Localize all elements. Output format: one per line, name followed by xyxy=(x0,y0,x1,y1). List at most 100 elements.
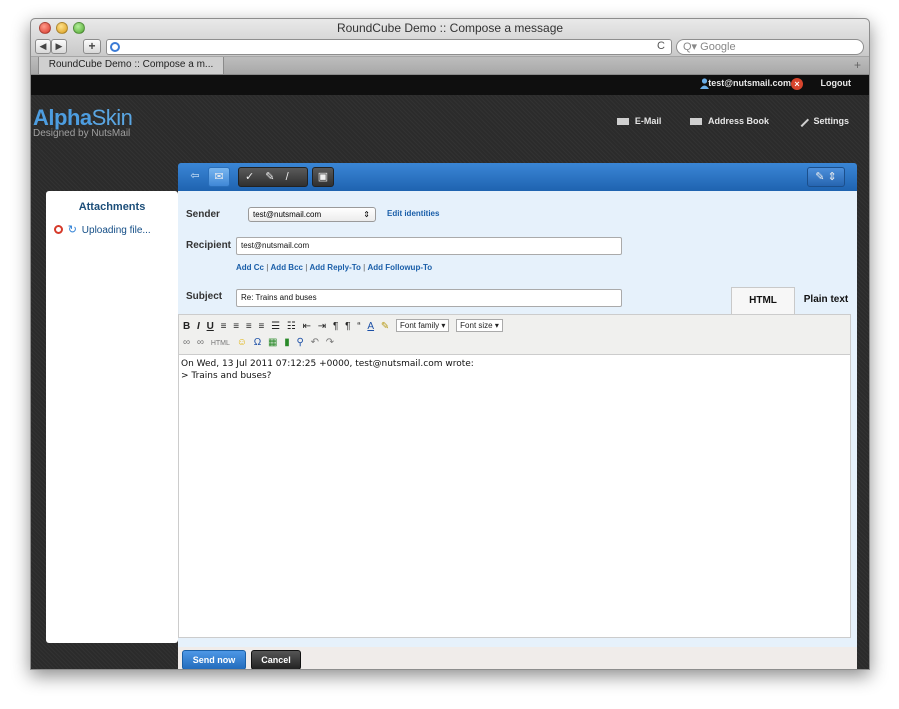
find-replace-icon[interactable]: ⚲ xyxy=(296,337,303,348)
add-cc-link[interactable]: Add Cc xyxy=(236,263,264,272)
reload-icon[interactable]: C xyxy=(657,40,665,52)
italic-icon[interactable]: I xyxy=(197,321,200,332)
html-source-icon[interactable]: HTML xyxy=(211,340,230,347)
spellcheck-icon[interactable]: ✓ xyxy=(245,171,254,183)
user-email[interactable]: test@nutsmail.com xyxy=(708,78,791,88)
logout-icon[interactable]: × xyxy=(791,78,803,90)
blockquote-icon[interactable]: “ xyxy=(357,321,360,332)
logout-link[interactable]: Logout xyxy=(821,78,852,88)
logo-bold: Alpha xyxy=(33,105,92,130)
message-body-editor[interactable]: On Wed, 13 Jul 2011 07:12:25 +0000, test… xyxy=(178,355,851,638)
recipient-input[interactable]: test@nutsmail.com xyxy=(236,237,622,255)
editor-toolbar-row-1: B I U ≡ ≡ ≡ ≡ ☰ ☷ ⇤ ⇥ ¶ ¶ “ A ✎ Font fam xyxy=(183,319,507,335)
select-arrows-icon: ⇕ xyxy=(363,210,370,219)
tab-html[interactable]: HTML xyxy=(731,287,795,314)
nav-email[interactable]: E-Mail xyxy=(616,116,661,126)
special-char-icon[interactable]: Ω xyxy=(254,337,261,348)
forward-button[interactable]: ▶ xyxy=(51,39,67,54)
browser-window: RoundCube Demo :: Compose a message ◀ ▶ … xyxy=(30,18,870,670)
new-tab-icon[interactable]: + xyxy=(854,58,861,72)
compose-form: Sender test@nutsmail.com ⇕ Edit identiti… xyxy=(178,191,857,647)
image-icon[interactable]: ▦ xyxy=(268,337,277,348)
cancel-button[interactable]: Cancel xyxy=(251,650,301,669)
back-to-list-icon[interactable]: ⇦ xyxy=(184,167,206,187)
window-title: RoundCube Demo :: Compose a message xyxy=(336,21,564,35)
loading-spinner-icon: ↻ xyxy=(67,224,77,236)
font-size-select[interactable]: Font size ▾ xyxy=(456,319,503,332)
font-family-value: Font family xyxy=(400,321,440,330)
attachments-panel: Attachments ↻ Uploading file... xyxy=(46,191,178,643)
browser-tab[interactable]: RoundCube Demo :: Compose a m... xyxy=(38,57,224,75)
wrench-icon xyxy=(795,112,810,128)
search-placeholder: Google xyxy=(700,41,736,53)
app-area: AlphaSkin Designed by NutsMail E-Mail Ad… xyxy=(31,95,869,669)
font-size-value: Font size xyxy=(460,321,493,330)
upload-status: ↻ Uploading file... xyxy=(54,223,178,236)
editor-toolbar: B I U ≡ ≡ ≡ ≡ ☰ ☷ ⇤ ⇥ ¶ ¶ “ A ✎ Font fam xyxy=(178,314,851,355)
nav-address-book[interactable]: Address Book xyxy=(689,116,769,126)
underline-icon[interactable]: U xyxy=(207,321,214,332)
body-line-2: > Trains and buses? xyxy=(181,371,272,381)
editor-toolbar-row-2: ∞ ∞ HTML ☺ Ω ▦ ▮ ⚲ ↶ ↷ xyxy=(183,337,338,353)
form-buttons: Send now Cancel xyxy=(178,647,857,669)
send-button[interactable]: Send now xyxy=(182,650,246,669)
edit-identities-link[interactable]: Edit identities xyxy=(387,209,439,218)
user-bar: test@nutsmail.com × Logout xyxy=(31,75,869,95)
attachments-title: Attachments xyxy=(78,201,146,213)
envelope-icon[interactable]: ✉ xyxy=(208,167,230,187)
search-icon: Q▾ xyxy=(683,41,698,53)
text-color-icon[interactable]: A xyxy=(367,321,374,332)
sender-label: Sender xyxy=(186,209,220,220)
logo-tagline: Designed by NutsMail xyxy=(33,128,131,139)
bullet-list-icon[interactable]: ☰ xyxy=(271,321,280,332)
signature-icon[interactable]: / xyxy=(286,171,289,183)
main-nav: E-Mail Address Book Settings xyxy=(591,112,849,128)
attach-icon[interactable]: ✎ xyxy=(265,171,274,183)
sender-value: test@nutsmail.com xyxy=(253,210,322,219)
bold-icon[interactable]: B xyxy=(183,321,190,332)
emoticon-icon[interactable]: ☺ xyxy=(237,337,247,348)
subject-input[interactable]: Re: Trains and buses xyxy=(236,289,622,307)
outdent-icon[interactable]: ⇤ xyxy=(303,321,311,332)
compose-toolbar: ⇦ ✉ ✓ ✎ / ▣ ✎ ⇕ xyxy=(178,163,857,191)
align-right-icon[interactable]: ≡ xyxy=(246,321,252,332)
back-button[interactable]: ◀ xyxy=(35,39,51,54)
envelope-icon xyxy=(616,118,629,125)
add-bookmark-button[interactable]: + xyxy=(83,39,101,54)
address-bar[interactable]: C xyxy=(106,39,672,55)
tab-strip: RoundCube Demo :: Compose a m... + xyxy=(31,57,869,75)
font-family-select[interactable]: Font family ▾ xyxy=(396,319,450,332)
rtl-icon[interactable]: ¶ xyxy=(345,321,350,332)
spellcheck-attach-signature-group: ✓ ✎ / xyxy=(238,167,308,187)
align-left-icon[interactable]: ≡ xyxy=(221,321,227,332)
ltr-icon[interactable]: ¶ xyxy=(333,321,338,332)
site-icon xyxy=(110,42,120,52)
undo-icon[interactable]: ↶ xyxy=(311,337,319,348)
redo-icon[interactable]: ↷ xyxy=(326,337,334,348)
search-input[interactable]: Q▾ Google xyxy=(676,39,864,55)
align-justify-icon[interactable]: ≡ xyxy=(258,321,264,332)
options-menu-button[interactable]: ✎ ⇕ xyxy=(807,167,845,187)
subject-label: Subject xyxy=(186,291,223,302)
title-bar: RoundCube Demo :: Compose a message ◀ ▶ … xyxy=(31,19,869,57)
logo-light: Skin xyxy=(91,105,133,130)
indent-icon[interactable]: ⇥ xyxy=(318,321,326,332)
add-followup-to-link[interactable]: Add Followup-To xyxy=(367,263,432,272)
media-icon[interactable]: ▮ xyxy=(284,337,290,348)
sender-select[interactable]: test@nutsmail.com ⇕ xyxy=(248,207,376,222)
add-bcc-link[interactable]: Add Bcc xyxy=(271,263,303,272)
unlink-icon[interactable]: ∞ xyxy=(197,337,204,348)
address-book-icon xyxy=(689,118,702,125)
add-header-links: Add Cc | Add Bcc | Add Reply-To | Add Fo… xyxy=(236,263,433,272)
numbered-list-icon[interactable]: ☷ xyxy=(287,321,296,332)
link-icon[interactable]: ∞ xyxy=(183,337,190,348)
tab-plain-text[interactable]: Plain text xyxy=(795,287,857,314)
body-line-1: On Wed, 13 Jul 2011 07:12:25 +0000, test… xyxy=(181,359,474,369)
background-color-icon[interactable]: ✎ xyxy=(381,321,389,332)
logo: AlphaSkin Designed by NutsMail xyxy=(33,105,133,139)
add-reply-to-link[interactable]: Add Reply-To xyxy=(310,263,361,272)
align-center-icon[interactable]: ≡ xyxy=(233,321,239,332)
save-draft-icon[interactable]: ▣ xyxy=(312,167,334,187)
cancel-upload-icon[interactable] xyxy=(54,225,63,234)
nav-settings[interactable]: Settings xyxy=(795,112,849,128)
